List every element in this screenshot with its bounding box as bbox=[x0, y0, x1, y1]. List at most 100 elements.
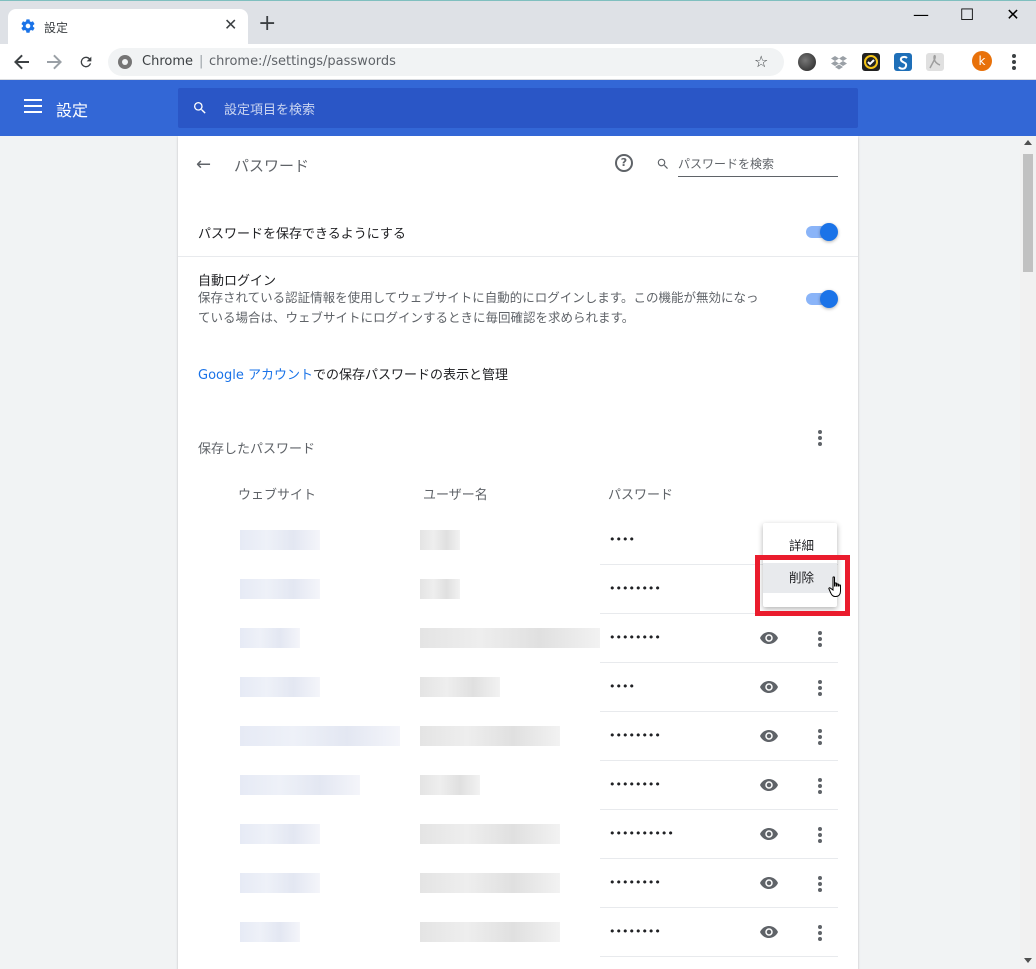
manage-passwords-rest: での保存パスワードの表示と管理 bbox=[312, 368, 508, 383]
blurred-website bbox=[240, 824, 320, 844]
blurred-username bbox=[420, 922, 560, 942]
password-search-input[interactable]: パスワードを検索 bbox=[654, 154, 838, 178]
eye-icon[interactable] bbox=[760, 877, 778, 889]
blurred-username bbox=[420, 628, 600, 648]
help-icon[interactable]: ? bbox=[615, 154, 633, 172]
title-bar: 設定 ✕ + — ☐ ✕ bbox=[0, 0, 1036, 45]
tab-title: 設定 bbox=[44, 21, 69, 35]
offer-to-save-toggle[interactable] bbox=[806, 223, 838, 241]
saved-passwords-menu-icon[interactable] bbox=[818, 430, 822, 448]
blurred-website bbox=[240, 873, 320, 893]
eye-icon[interactable] bbox=[760, 779, 778, 791]
row-menu-icon[interactable] bbox=[818, 876, 822, 894]
row-divider bbox=[600, 956, 838, 957]
eye-icon[interactable] bbox=[760, 730, 778, 742]
search-icon bbox=[194, 102, 206, 114]
menu-icon[interactable] bbox=[24, 99, 42, 113]
row-menu-icon[interactable] bbox=[818, 778, 822, 796]
row-menu-icon[interactable] bbox=[818, 729, 822, 747]
star-icon[interactable]: ☆ bbox=[754, 52, 768, 71]
row-menu-icon[interactable] bbox=[818, 827, 822, 845]
blurred-username bbox=[420, 824, 560, 844]
blurred-username bbox=[420, 579, 460, 599]
close-icon[interactable]: ✕ bbox=[224, 15, 237, 34]
avatar[interactable]: k bbox=[972, 51, 992, 71]
search-underline bbox=[678, 176, 838, 177]
blurred-username bbox=[420, 726, 560, 746]
hand-cursor-icon bbox=[828, 576, 841, 597]
scrollbar-thumb[interactable] bbox=[1023, 154, 1033, 272]
page-title: パスワード bbox=[234, 157, 310, 175]
eye-icon[interactable] bbox=[760, 828, 778, 840]
omnibox-url[interactable]: chrome://settings/passwords bbox=[209, 54, 396, 69]
plus-icon[interactable]: + bbox=[258, 13, 276, 35]
auto-signin-label: 自動ログイン bbox=[198, 274, 277, 289]
blurred-username bbox=[420, 677, 500, 697]
maximize-icon[interactable]: ☐ bbox=[944, 5, 990, 27]
password-search-placeholder: パスワードを検索 bbox=[678, 157, 775, 171]
column-header-username: ユーザー名 bbox=[423, 488, 488, 503]
s-extension-icon[interactable] bbox=[894, 53, 912, 71]
blurred-username bbox=[420, 530, 460, 550]
password-dots: •••••••••• bbox=[609, 827, 674, 840]
password-row: •••••••• bbox=[178, 761, 858, 810]
password-row: •••••••• bbox=[178, 712, 858, 761]
kebab-icon[interactable] bbox=[1002, 50, 1026, 74]
blurred-website bbox=[240, 922, 300, 942]
auto-signin-toggle[interactable] bbox=[806, 290, 838, 308]
password-row: •••• bbox=[178, 663, 858, 712]
settings-search-input[interactable]: 設定項目を検索 bbox=[178, 88, 858, 128]
password-row: •••••••• bbox=[178, 859, 858, 908]
globe-extension-icon[interactable] bbox=[798, 53, 816, 71]
omnibox-separator: | bbox=[199, 54, 204, 69]
eye-icon[interactable] bbox=[760, 681, 778, 693]
settings-header: 設定 設定項目を検索 bbox=[0, 80, 1036, 136]
password-dots: •••••••• bbox=[609, 925, 661, 938]
blurred-website bbox=[240, 530, 320, 550]
browser-toolbar: Chrome | chrome://settings/passwords ☆ k bbox=[0, 44, 1036, 80]
blurred-website bbox=[240, 677, 320, 697]
google-account-link[interactable]: Google アカウント bbox=[198, 368, 313, 383]
password-dots: •••••••• bbox=[609, 876, 661, 889]
settings-search-placeholder: 設定項目を検索 bbox=[224, 103, 316, 118]
manage-passwords-text: Google アカウントでの保存パスワードの表示と管理 bbox=[198, 364, 508, 383]
dropbox-extension-icon[interactable] bbox=[830, 53, 848, 71]
row-menu-icon[interactable] bbox=[818, 631, 822, 649]
reload-icon[interactable] bbox=[74, 50, 98, 74]
column-header-website: ウェブサイト bbox=[238, 488, 317, 503]
password-dots: •••••••• bbox=[609, 582, 661, 595]
password-dots: •••••••• bbox=[609, 631, 661, 644]
forward-icon[interactable] bbox=[42, 50, 66, 74]
password-row: •••••••••• bbox=[178, 810, 858, 859]
scroll-down-icon[interactable] bbox=[1024, 958, 1032, 963]
password-dots: •••••••• bbox=[609, 729, 661, 742]
back-arrow-icon[interactable]: ← bbox=[196, 154, 211, 175]
blurred-username bbox=[420, 873, 560, 893]
password-dots: •••••••• bbox=[609, 778, 661, 791]
eye-icon[interactable] bbox=[760, 632, 778, 644]
row-menu-icon[interactable] bbox=[818, 925, 822, 943]
minimize-icon[interactable]: — bbox=[898, 5, 944, 27]
password-dots: •••• bbox=[609, 680, 635, 693]
settings-content: ← パスワード ? パスワードを検索 パスワードを保存できるようにする 自動ログ… bbox=[0, 136, 1020, 969]
password-dots: •••• bbox=[609, 533, 635, 546]
passwords-card: ← パスワード ? パスワードを検索 パスワードを保存できるようにする 自動ログ… bbox=[178, 136, 858, 969]
blurred-username bbox=[420, 775, 480, 795]
pdf-extension-icon[interactable] bbox=[926, 53, 944, 71]
auto-signin-desc-line2: ている場合は、ウェブサイトにログインするときに毎回確認を求められます。 bbox=[198, 310, 635, 325]
scroll-up-icon[interactable] bbox=[1024, 140, 1032, 145]
blurred-website bbox=[240, 726, 400, 746]
address-bar[interactable]: Chrome | chrome://settings/passwords ☆ bbox=[108, 48, 784, 76]
settings-title: 設定 bbox=[56, 101, 89, 120]
eye-icon[interactable] bbox=[760, 926, 778, 938]
row-menu-icon[interactable] bbox=[818, 680, 822, 698]
browser-tab[interactable]: 設定 ✕ bbox=[8, 9, 248, 45]
saved-passwords-heading: 保存したパスワード bbox=[198, 442, 316, 457]
password-row: •••••••• bbox=[178, 614, 858, 663]
offer-to-save-label: パスワードを保存できるようにする bbox=[198, 227, 406, 242]
chrome-icon bbox=[118, 55, 132, 69]
back-icon[interactable] bbox=[10, 50, 34, 74]
scrollbar[interactable] bbox=[1020, 136, 1036, 969]
window-close-icon[interactable]: ✕ bbox=[990, 5, 1036, 27]
check-extension-icon[interactable] bbox=[862, 53, 880, 71]
